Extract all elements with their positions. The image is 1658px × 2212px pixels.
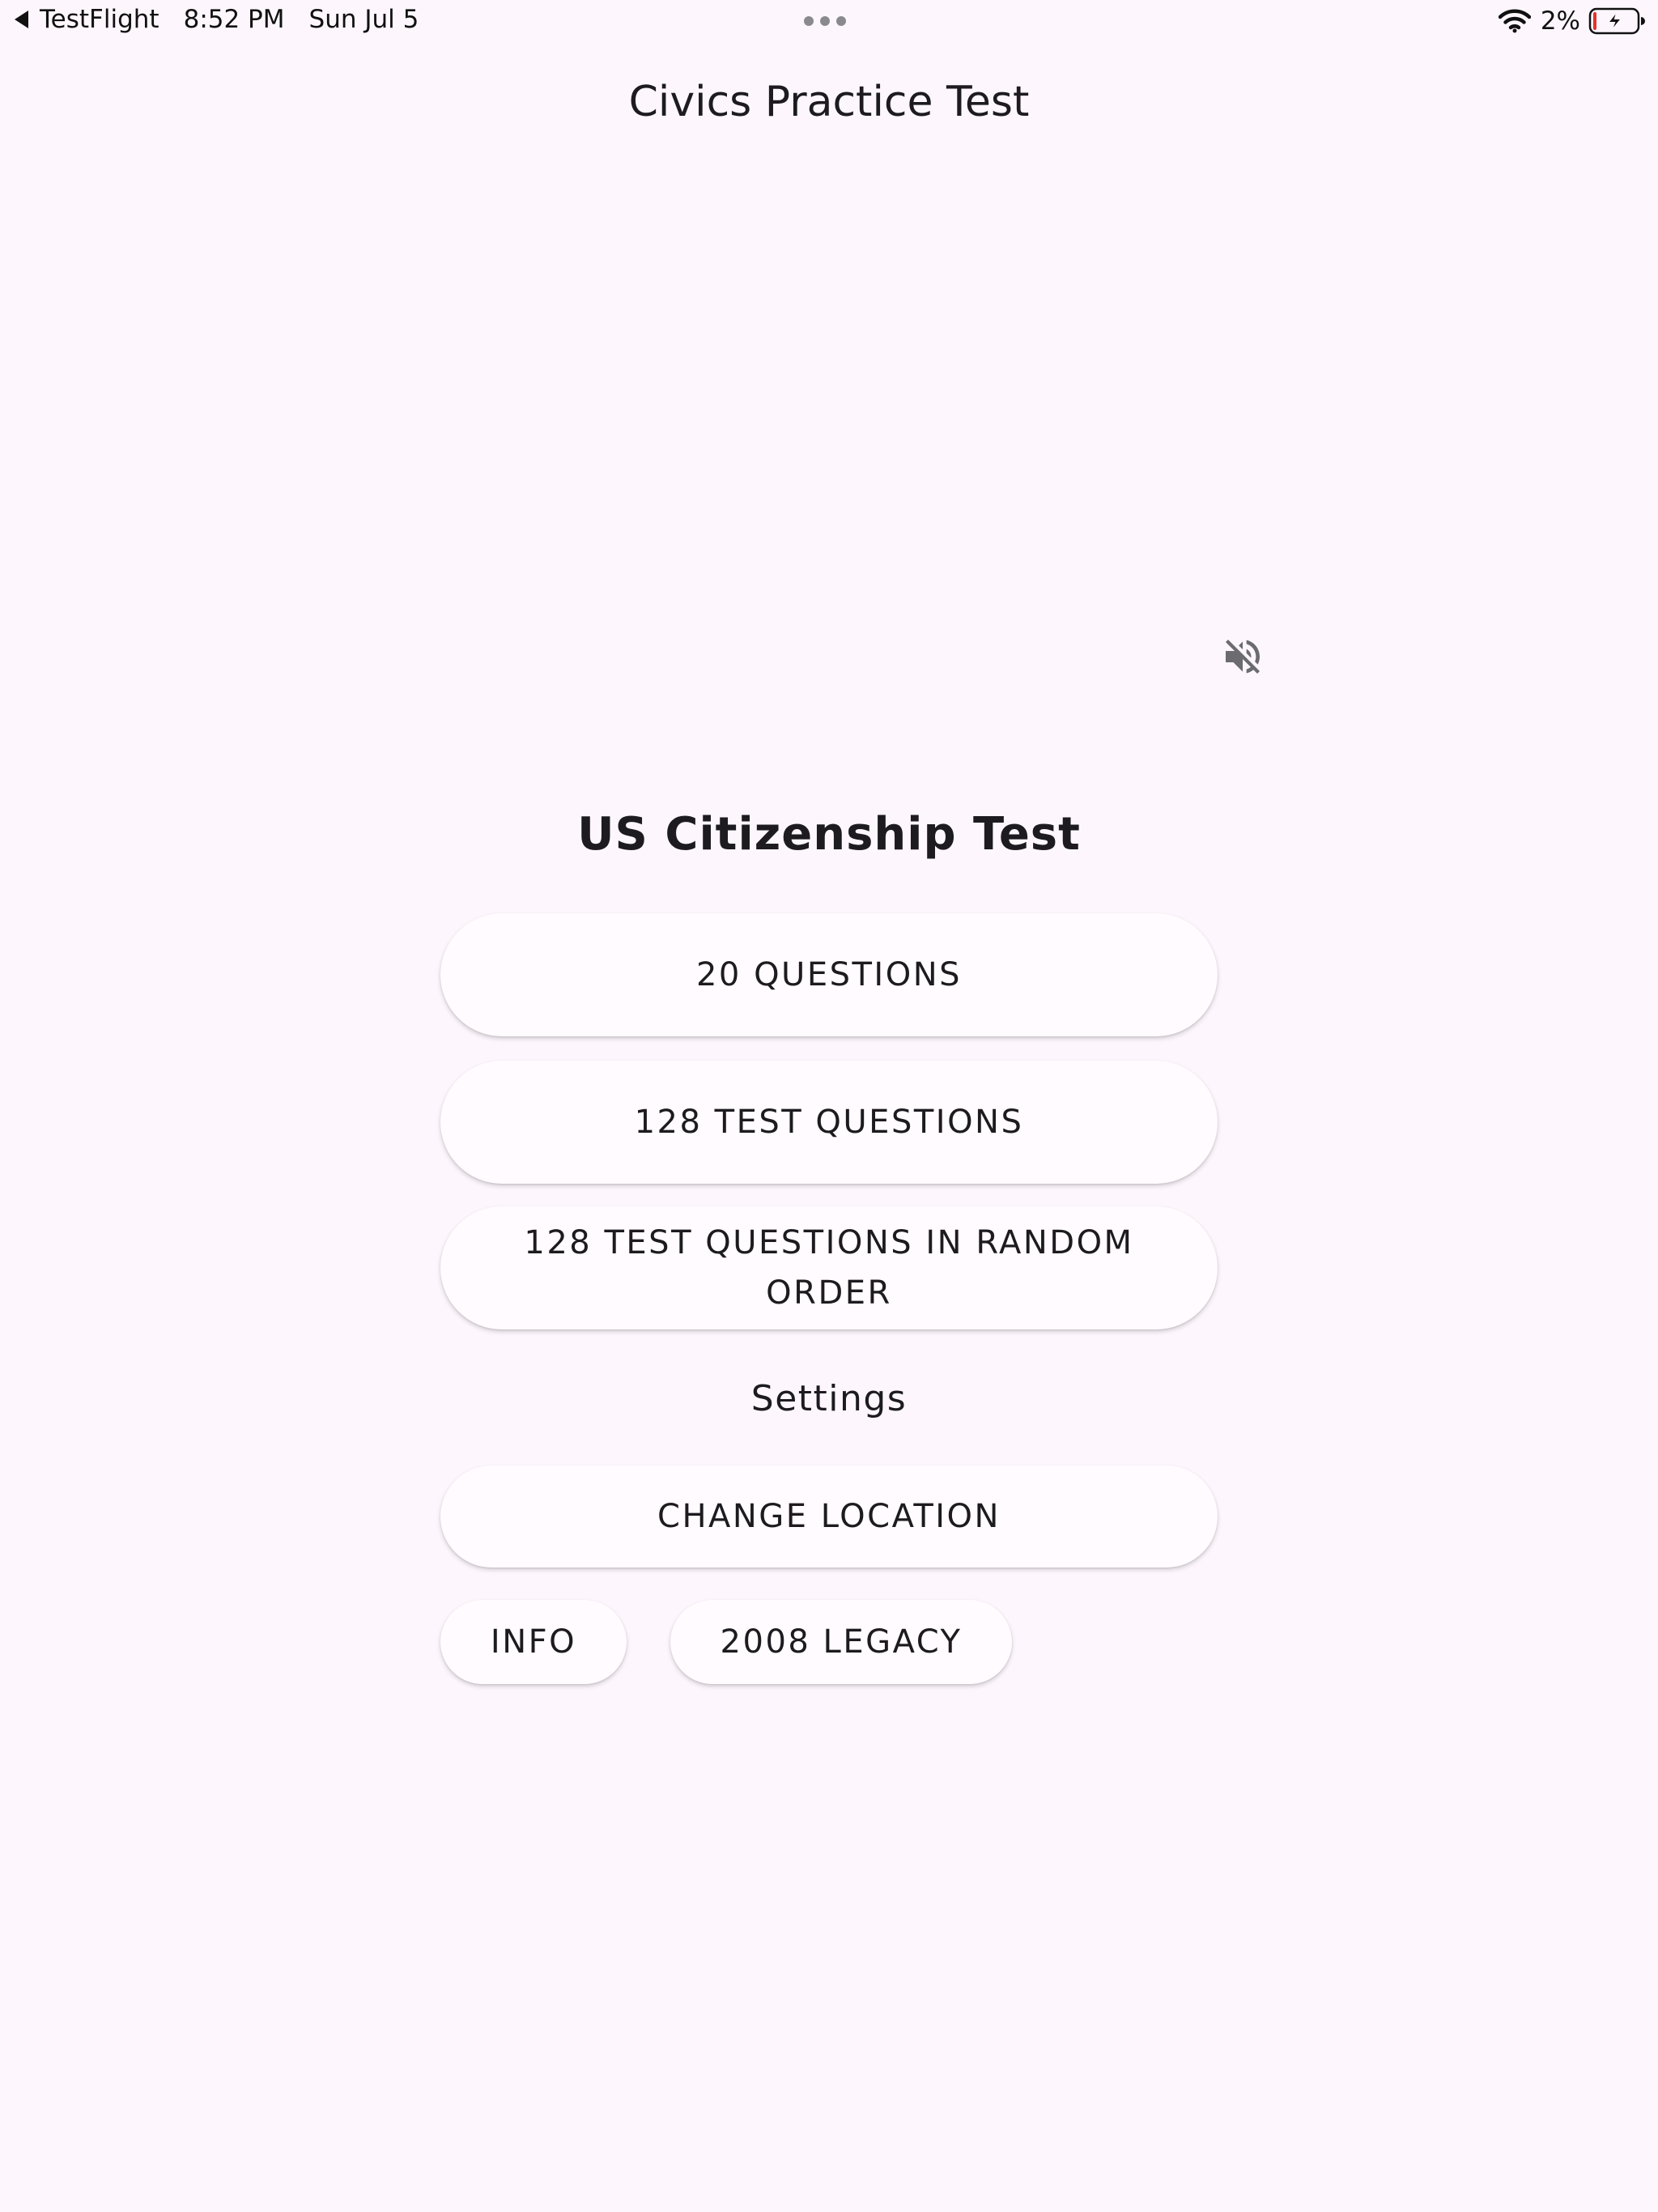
settings-heading: Settings	[750, 1378, 908, 1419]
back-arrow-icon[interactable]	[15, 11, 28, 28]
all-test-questions-button[interactable]: 128 TEST QUESTIONS	[440, 1061, 1218, 1184]
status-bar: TestFlight 8:52 PM Sun Jul 5 2%	[0, 0, 1658, 42]
test-heading: US Citizenship Test	[577, 808, 1081, 861]
multitasking-dots-icon[interactable]	[804, 16, 846, 26]
twenty-questions-button[interactable]: 20 QUESTIONS	[440, 913, 1218, 1036]
status-time: 8:52 PM	[183, 5, 285, 34]
page-title: Civics Practice Test	[628, 78, 1030, 126]
change-location-button[interactable]: CHANGE LOCATION	[440, 1465, 1218, 1568]
back-to-app-link[interactable]: TestFlight	[40, 5, 159, 34]
status-right: 2%	[1498, 6, 1647, 36]
legacy-2008-button[interactable]: 2008 LEGACY	[670, 1600, 1012, 1684]
battery-charging-icon	[1588, 7, 1645, 35]
wifi-icon	[1498, 9, 1531, 33]
volume-off-icon	[1226, 640, 1260, 674]
status-date: Sun Jul 5	[308, 5, 419, 34]
battery-percent: 2%	[1540, 6, 1580, 36]
info-button[interactable]: INFO	[440, 1600, 627, 1684]
random-order-questions-button[interactable]: 128 TEST QUESTIONS IN RANDOM ORDER	[440, 1206, 1218, 1329]
status-left: TestFlight 8:52 PM Sun Jul 5	[15, 5, 419, 34]
mute-toggle-button[interactable]	[1218, 632, 1268, 682]
